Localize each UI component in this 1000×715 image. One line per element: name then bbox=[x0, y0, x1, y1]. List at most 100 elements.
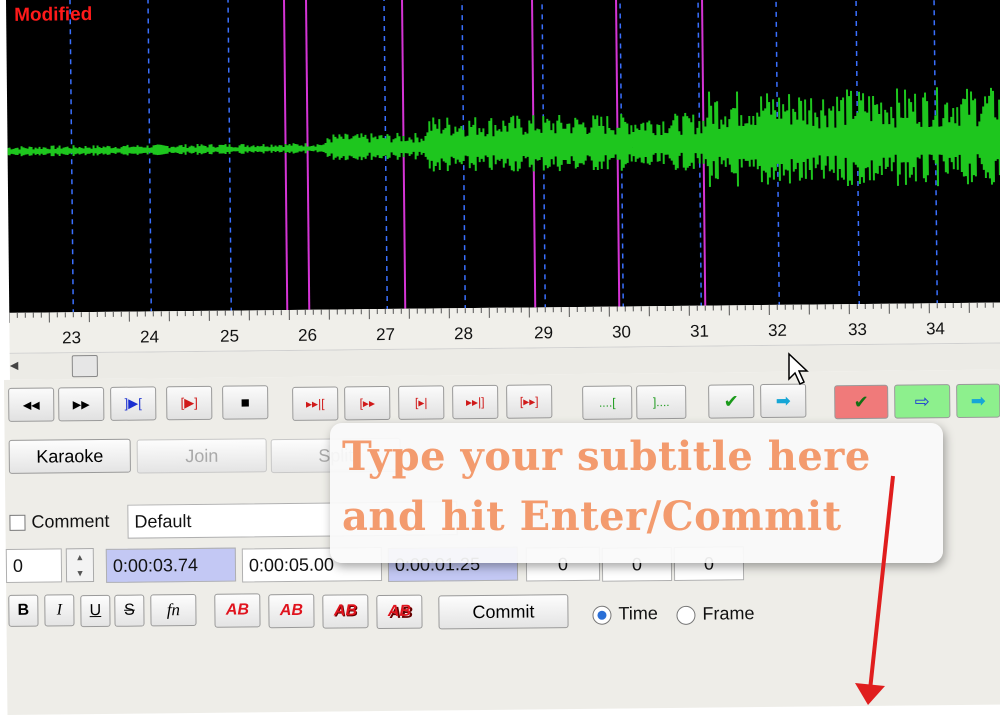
underline-button[interactable]: U bbox=[80, 594, 111, 628]
scrollbar-thumb[interactable] bbox=[71, 354, 98, 378]
commit-changes-button[interactable]: ✔ bbox=[708, 384, 755, 419]
end-time-value: 0:00:05.00 bbox=[248, 554, 335, 576]
annotation-callout: Type your subtitle here and hit Enter/Co… bbox=[330, 423, 943, 563]
frame-radio[interactable] bbox=[676, 605, 696, 625]
play-after-end-button[interactable]: ▸▸|] bbox=[452, 384, 499, 420]
lead-out-icon: ].... bbox=[652, 395, 670, 410]
secondary-color-button[interactable]: AB bbox=[268, 593, 315, 629]
comment-checkbox[interactable] bbox=[9, 514, 26, 531]
scroll-left-icon[interactable]: ◀ bbox=[10, 359, 19, 372]
tick-label: 25 bbox=[219, 326, 240, 346]
keyframe-line bbox=[304, 0, 311, 310]
checkmark-icon: ✔ bbox=[853, 391, 869, 412]
layer-spinner[interactable]: ▲ ▼ bbox=[65, 548, 95, 583]
waveform-path bbox=[6, 87, 1000, 187]
start-time-value: 0:00:03.74 bbox=[112, 554, 199, 576]
play-first-500ms-button[interactable]: [▸▸ bbox=[344, 385, 391, 421]
grid-line bbox=[227, 0, 233, 311]
fn-icon: fn bbox=[166, 600, 181, 620]
tick-label: 23 bbox=[61, 328, 82, 348]
tick-label: 29 bbox=[533, 323, 554, 343]
play-after-end-icon: ▸▸|] bbox=[465, 394, 485, 410]
tick-label: 31 bbox=[689, 321, 710, 341]
commit-button[interactable]: Commit bbox=[438, 594, 569, 630]
layer-field[interactable]: 0 bbox=[5, 548, 63, 583]
italic-icon: I bbox=[56, 601, 63, 619]
lead-in-icon: ....[ bbox=[598, 395, 616, 410]
italic-button[interactable]: I bbox=[44, 594, 75, 627]
commit-red-button[interactable]: ✔ bbox=[834, 384, 889, 420]
ab-outline-icon: AB bbox=[333, 602, 358, 620]
tick-label: 26 bbox=[297, 325, 318, 345]
ab-secondary-icon: AB bbox=[279, 601, 304, 620]
play-range-icon: [▶] bbox=[180, 394, 198, 411]
tick-label: 33 bbox=[847, 319, 868, 340]
commit-label: Commit bbox=[472, 600, 535, 622]
grid-line bbox=[69, 0, 75, 313]
stop-button[interactable]: ■ bbox=[222, 385, 269, 420]
primary-color-button[interactable]: AB bbox=[214, 593, 261, 628]
start-time-field[interactable]: 0:00:03.74 bbox=[105, 547, 237, 583]
join-button[interactable]: Join bbox=[136, 438, 267, 474]
rewind-button[interactable]: ◀◀ bbox=[8, 387, 55, 422]
play-first-icon: [▸▸ bbox=[359, 396, 376, 411]
tick-label: 27 bbox=[375, 324, 396, 345]
arrow-right-icon: ➡ bbox=[970, 390, 986, 411]
font-button[interactable]: fn bbox=[150, 593, 197, 627]
bold-icon: B bbox=[17, 601, 30, 619]
layer-value: 0 bbox=[12, 555, 24, 576]
time-radio[interactable] bbox=[592, 605, 612, 625]
fast-forward-icon: ▶▶ bbox=[72, 398, 90, 411]
style-value: Default bbox=[134, 511, 192, 532]
strikeout-icon: S bbox=[123, 601, 135, 619]
checkmark-icon: ✔ bbox=[723, 390, 739, 411]
play-selection-icon: ]▶[ bbox=[124, 395, 142, 411]
rewind-icon: ◀◀ bbox=[22, 399, 40, 412]
modified-indicator: Modified bbox=[14, 4, 93, 26]
fast-forward-button[interactable]: ▶▶ bbox=[58, 386, 105, 422]
lead-out-button[interactable]: ].... bbox=[636, 384, 687, 420]
play-last-icon: [▸| bbox=[414, 395, 428, 410]
join-label: Join bbox=[185, 445, 219, 466]
play-before-start-button[interactable]: ▸▸|[ bbox=[292, 386, 339, 421]
keyframe-line bbox=[282, 0, 289, 311]
lead-in-button[interactable]: ....[ bbox=[582, 385, 633, 420]
bold-button[interactable]: B bbox=[8, 594, 39, 627]
tick-label: 28 bbox=[453, 324, 474, 344]
stop-icon: ■ bbox=[240, 393, 250, 412]
grid-line bbox=[147, 0, 153, 312]
spin-down-icon[interactable]: ▼ bbox=[67, 565, 93, 581]
audio-waveform-display[interactable]: Modified bbox=[5, 0, 1000, 313]
tick-label: 34 bbox=[925, 319, 946, 339]
shadow-color-button[interactable]: AB bbox=[376, 594, 423, 630]
ab-primary-icon: AB bbox=[225, 601, 250, 619]
karaoke-label: Karaoke bbox=[36, 445, 104, 467]
commit-next-button[interactable]: ⇨ bbox=[894, 384, 951, 419]
tick-label: 30 bbox=[611, 322, 632, 342]
play-range-button[interactable]: [▶] bbox=[166, 385, 213, 421]
annotation-line-2: and hit Enter/Commit bbox=[342, 493, 842, 540]
waveform-svg bbox=[6, 0, 1000, 313]
next-line-button[interactable]: ➡ bbox=[956, 383, 1000, 419]
tick-label: 32 bbox=[767, 320, 788, 340]
goto-next-button[interactable]: ➡ bbox=[760, 383, 807, 419]
comment-label: Comment bbox=[31, 510, 110, 532]
ab-shadow-icon: AB bbox=[387, 602, 412, 620]
annotation-line-1: Type your subtitle here bbox=[342, 433, 871, 480]
strikeout-button[interactable]: S bbox=[114, 594, 145, 627]
play-to-end-icon: [▸▸] bbox=[519, 394, 539, 409]
arrow-right-icon: ➡ bbox=[775, 390, 791, 411]
play-to-end-button[interactable]: [▸▸] bbox=[506, 384, 553, 419]
frame-label: Frame bbox=[702, 603, 755, 624]
time-label: Time bbox=[618, 603, 658, 624]
tick-label: 24 bbox=[139, 327, 160, 347]
spin-up-icon[interactable]: ▲ bbox=[67, 549, 93, 565]
karaoke-button[interactable]: Karaoke bbox=[8, 438, 131, 474]
play-selection-button[interactable]: ]▶[ bbox=[110, 386, 157, 421]
outline-color-button[interactable]: AB bbox=[322, 594, 369, 629]
mouse-cursor-icon bbox=[788, 352, 809, 386]
play-last-500ms-button[interactable]: [▸| bbox=[398, 385, 445, 420]
arrow-right-icon: ⇨ bbox=[914, 390, 930, 411]
play-before-start-icon: ▸▸|[ bbox=[305, 396, 325, 411]
underline-icon: U bbox=[89, 601, 102, 620]
